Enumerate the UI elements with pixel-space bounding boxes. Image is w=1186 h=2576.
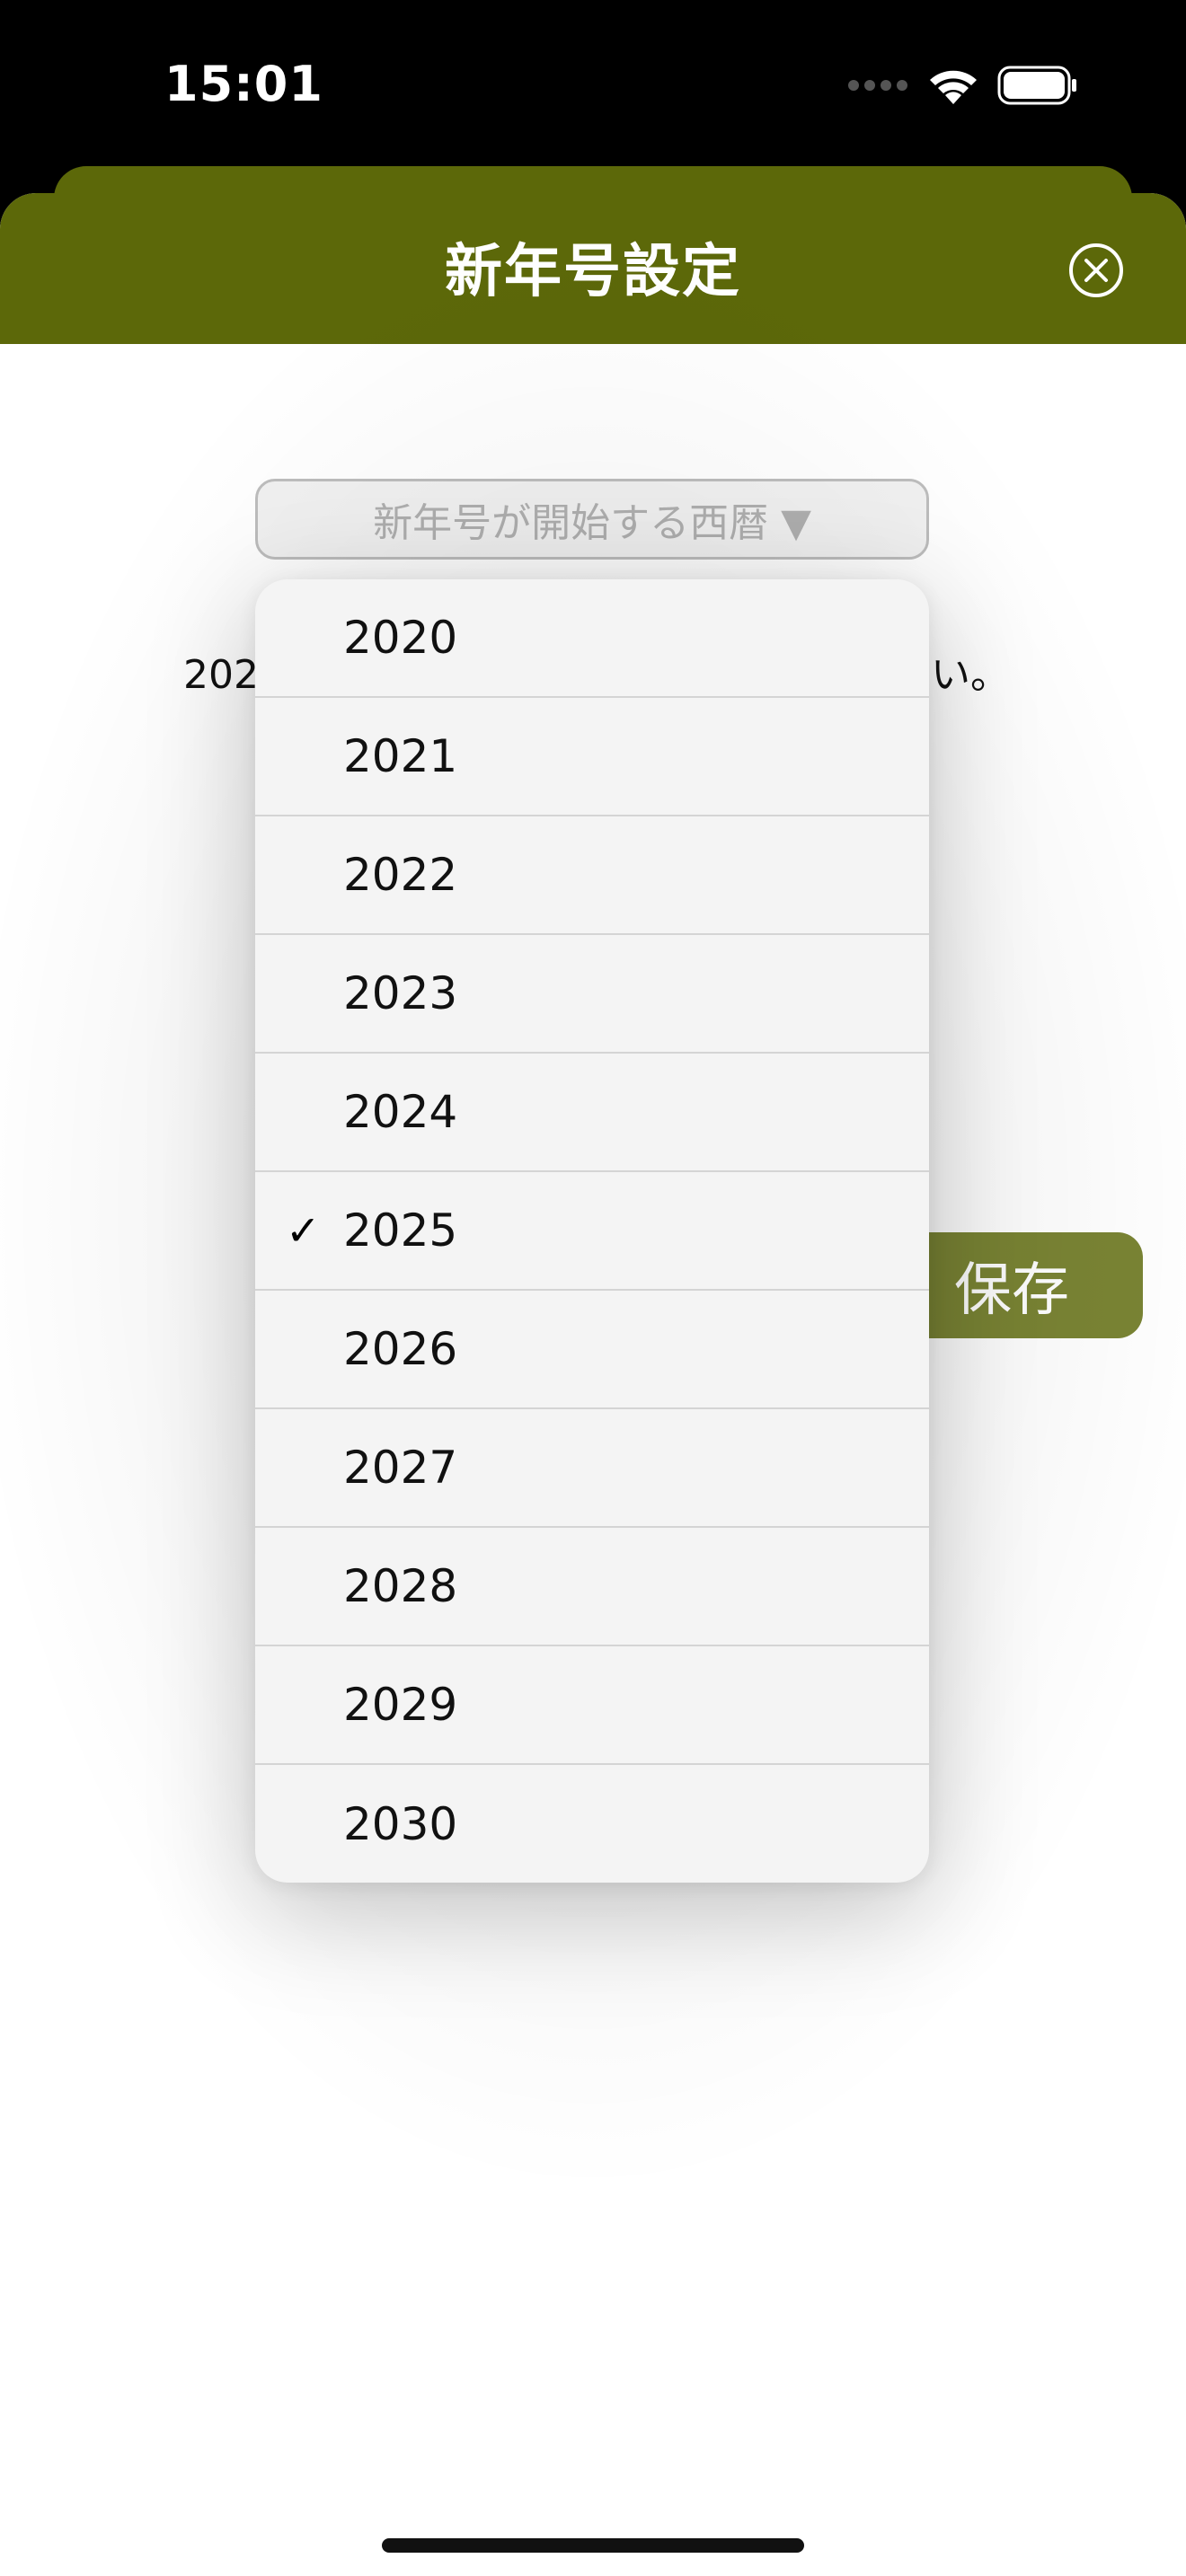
menu-item-label: 2023 bbox=[343, 967, 458, 1019]
checkmark-icon: ✓ bbox=[286, 1206, 321, 1255]
menu-item-label: 2025 bbox=[343, 1204, 458, 1257]
sheet-title: 新年号設定 bbox=[445, 239, 741, 305]
menu-item-label: 2028 bbox=[343, 1560, 458, 1612]
year-picker-button[interactable]: 新年号が開始する西暦 ▼ bbox=[255, 479, 929, 560]
menu-item-2027[interactable]: 2027 bbox=[255, 1409, 929, 1528]
menu-item-label: 2030 bbox=[343, 1798, 458, 1850]
menu-item-2029[interactable]: 2029 bbox=[255, 1646, 929, 1765]
modal-sheet: 新年号設定 新年号が開始する西暦 ▼ 202 い。 保存 2020 2021 2… bbox=[0, 193, 1186, 2576]
menu-item-2023[interactable]: 2023 bbox=[255, 935, 929, 1054]
close-icon[interactable] bbox=[1067, 242, 1125, 299]
description-prefix: 202 bbox=[183, 652, 259, 698]
menu-item-label: 2026 bbox=[343, 1323, 458, 1375]
battery-icon bbox=[997, 66, 1076, 105]
menu-item-2021[interactable]: 2021 bbox=[255, 698, 929, 816]
menu-item-2025[interactable]: ✓ 2025 bbox=[255, 1172, 929, 1291]
home-indicator bbox=[382, 2538, 804, 2553]
menu-item-label: 2029 bbox=[343, 1679, 458, 1731]
wifi-icon bbox=[930, 70, 977, 104]
menu-item-2020[interactable]: 2020 bbox=[255, 579, 929, 698]
menu-item-label: 2022 bbox=[343, 849, 458, 901]
menu-item-2030[interactable]: 2030 bbox=[255, 1765, 929, 1883]
menu-item-label: 2020 bbox=[343, 612, 458, 664]
status-time: 15:01 bbox=[164, 56, 323, 112]
menu-item-label: 2024 bbox=[343, 1086, 458, 1138]
menu-item-2026[interactable]: 2026 bbox=[255, 1291, 929, 1409]
menu-item-2028[interactable]: 2028 bbox=[255, 1528, 929, 1646]
menu-item-label: 2027 bbox=[343, 1442, 458, 1494]
sheet-header: 新年号設定 bbox=[0, 193, 1186, 344]
screen: 15:01 新年号設定 新年号が開始する西暦 ▼ 202 い。 保存 2020 … bbox=[0, 0, 1186, 2576]
status-icons bbox=[846, 65, 1078, 106]
menu-item-2022[interactable]: 2022 bbox=[255, 816, 929, 935]
description-suffix: い。 bbox=[930, 652, 1010, 698]
year-dropdown-menu: 2020 2021 2022 2023 2024 ✓ 2025 2026 202… bbox=[255, 579, 929, 1883]
menu-item-label: 2021 bbox=[343, 730, 458, 782]
signal-dots-icon bbox=[848, 80, 907, 91]
menu-item-2024[interactable]: 2024 bbox=[255, 1054, 929, 1172]
